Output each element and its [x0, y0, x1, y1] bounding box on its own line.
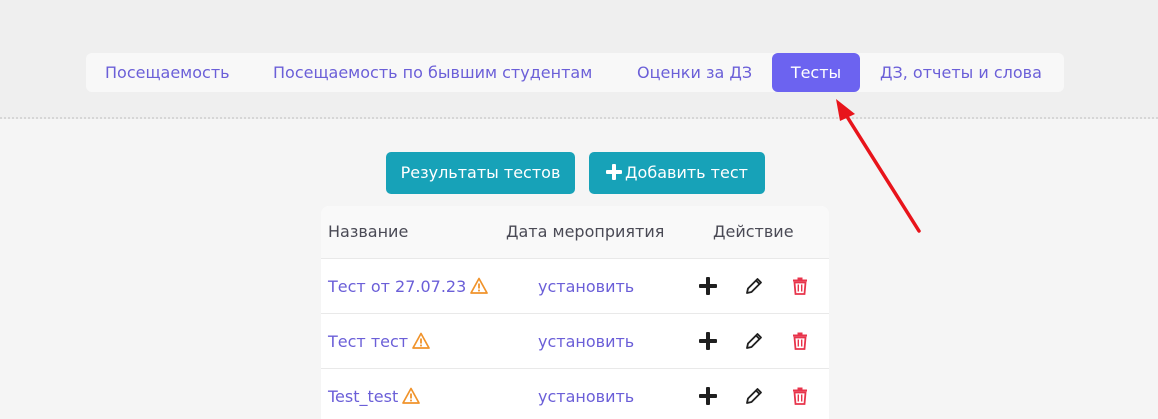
trash-icon[interactable] — [790, 331, 810, 351]
pencil-icon[interactable] — [744, 331, 764, 351]
plus-icon[interactable] — [698, 386, 718, 406]
tab-tests[interactable]: Тесты — [772, 53, 860, 92]
test-name-cell: Test_test — [328, 369, 421, 419]
warning-triangle-icon — [412, 332, 430, 349]
add-test-button[interactable]: Добавить тест — [589, 152, 765, 194]
warning-triangle-icon — [470, 277, 489, 294]
pencil-icon[interactable] — [744, 386, 764, 406]
tab-former-students-attendance[interactable]: Посещаемость по бывшим студентам — [273, 53, 592, 92]
test-name-cell: Тест тест — [328, 314, 430, 369]
plus-icon[interactable] — [698, 331, 718, 351]
test-results-button[interactable]: Результаты тестов — [386, 152, 575, 194]
table-row: Test_test установить — [321, 368, 829, 419]
set-date-link[interactable]: установить — [538, 314, 634, 369]
tab-homework-reports-words[interactable]: ДЗ, отчеты и слова — [880, 53, 1042, 92]
plus-icon[interactable] — [698, 276, 718, 296]
test-name-link[interactable]: Тест тест — [328, 332, 408, 351]
test-results-label: Результаты тестов — [400, 163, 561, 182]
set-date-link[interactable]: установить — [538, 259, 634, 314]
add-test-label: Добавить тест — [625, 163, 748, 182]
set-date-link[interactable]: установить — [538, 369, 634, 419]
pencil-icon[interactable] — [744, 276, 764, 296]
trash-icon[interactable] — [790, 276, 810, 296]
column-header-date: Дата мероприятия — [506, 222, 665, 241]
column-header-name: Название — [328, 222, 409, 241]
table-row: Тест тест установить — [321, 313, 829, 369]
plus-icon — [606, 164, 623, 180]
table-row: Тест от 27.07.23 установить — [321, 258, 829, 314]
tab-attendance[interactable]: Посещаемость — [105, 53, 230, 92]
tests-table: Название Дата мероприятия Действие Тест … — [321, 206, 829, 419]
test-name-link[interactable]: Тест от 27.07.23 — [328, 277, 466, 296]
warning-triangle-icon — [402, 387, 421, 404]
tab-homework-grades[interactable]: Оценки за ДЗ — [637, 53, 752, 92]
test-name-cell: Тест от 27.07.23 — [328, 259, 489, 314]
test-name-link[interactable]: Test_test — [328, 387, 398, 406]
trash-icon[interactable] — [790, 386, 810, 406]
column-header-action: Действие — [713, 222, 794, 241]
tab-bar: Посещаемость Посещаемость по бывшим студ… — [86, 53, 1064, 92]
